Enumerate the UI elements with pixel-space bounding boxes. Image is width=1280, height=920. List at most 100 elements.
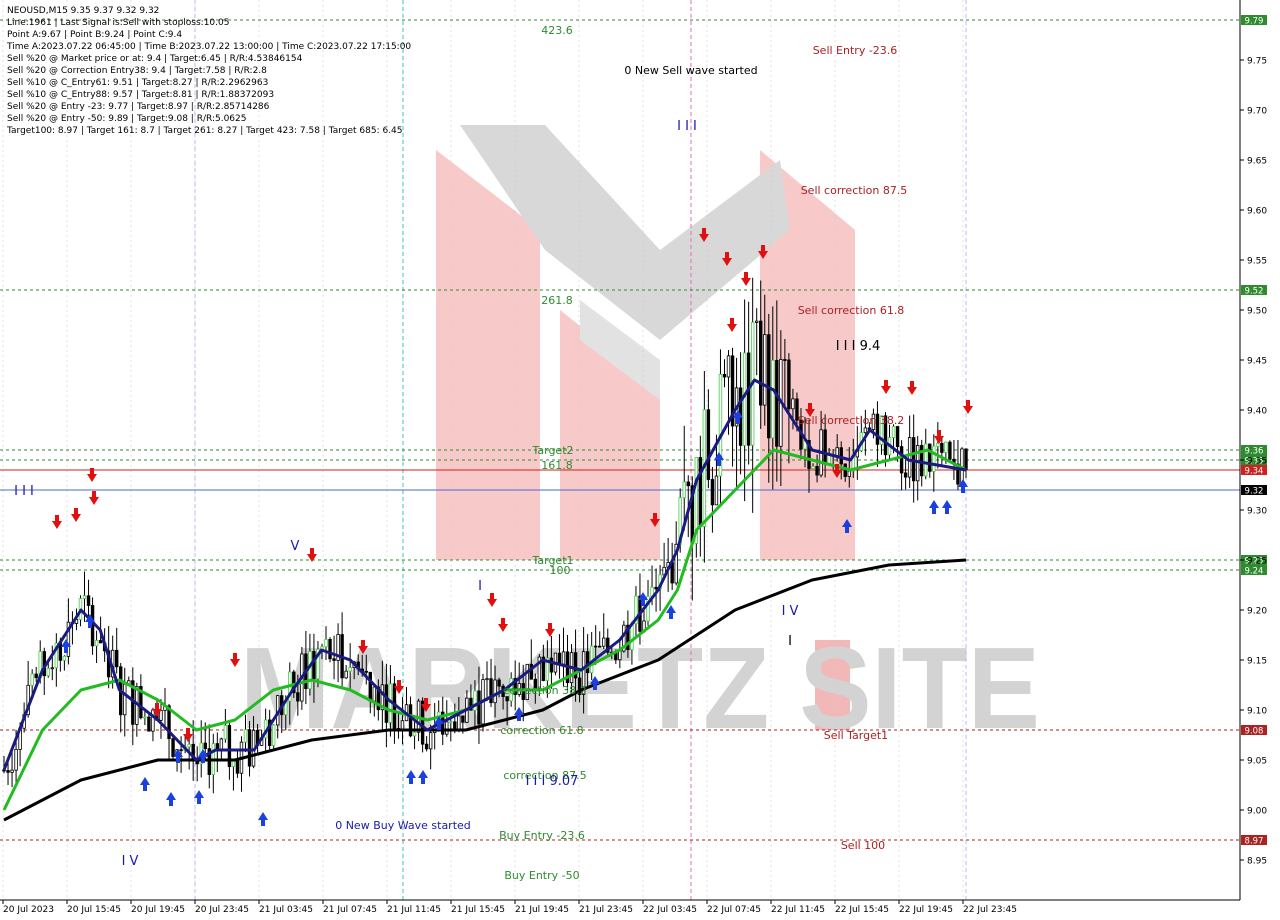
- x-tick-label: 22 Jul 07:45: [707, 905, 761, 915]
- candle-body: [457, 715, 461, 732]
- info-line: Sell %20 @ Correction Entry38: 9.4 | Tar…: [7, 66, 267, 76]
- candle-body: [94, 640, 99, 647]
- candle-body: [911, 437, 916, 482]
- candle-body: [557, 652, 562, 665]
- candle-body: [235, 758, 240, 774]
- x-tick-label: 20 Jul 15:45: [67, 905, 121, 915]
- level-label: Buy Entry -50: [504, 869, 579, 882]
- y-tick-label: 8.95: [1247, 857, 1267, 867]
- candle-body: [940, 442, 944, 453]
- candle-body: [243, 729, 248, 743]
- candle-body: [771, 359, 775, 439]
- candle-body: [203, 742, 207, 750]
- candle-body: [171, 738, 175, 757]
- candle-body: [62, 655, 67, 661]
- info-line: Sell %10 @ C_Entry61: 9.51 | Target:8.27…: [7, 78, 269, 88]
- candle-body: [602, 637, 606, 647]
- x-tick-label: 22 Jul 03:45: [643, 905, 697, 915]
- candle-body: [944, 441, 948, 453]
- candle-body: [891, 426, 896, 438]
- candle-body: [247, 729, 252, 767]
- candle-body: [14, 748, 18, 771]
- candle-body: [143, 716, 147, 719]
- wave-label: I V: [122, 854, 139, 869]
- candle-body: [698, 457, 703, 527]
- y-tick-label: 9.15: [1247, 657, 1267, 667]
- level-label: 0 New Buy Wave started: [335, 819, 471, 832]
- candle-body: [654, 586, 658, 590]
- candle-body: [823, 429, 827, 465]
- candle-body: [424, 743, 429, 750]
- y-tick-label: 9.20: [1247, 607, 1267, 617]
- candle-body: [6, 770, 10, 773]
- level-label: Sell correction 87.5: [801, 184, 908, 197]
- candle-body: [787, 359, 791, 410]
- price-chart[interactable]: MARKETZ SITE 423.6Sell Entry -23.60 New …: [0, 0, 1280, 920]
- level-label: 100: [550, 564, 571, 577]
- y-tick-label: 9.55: [1247, 257, 1267, 267]
- level-tag-text: 8.97: [1245, 837, 1264, 847]
- chart-window: MARKETZ SITE 423.6 Sell Entry -23.6 0 New …: [0, 0, 1280, 920]
- wave-label: I I I 9.4: [836, 339, 881, 354]
- candle-body: [763, 334, 767, 406]
- candle-body: [593, 645, 598, 648]
- candle-body: [754, 320, 759, 323]
- x-tick-label: 22 Jul 15:45: [835, 905, 889, 915]
- y-tick-label: 9.10: [1247, 707, 1267, 717]
- wave-label: I I I 9.07: [526, 774, 579, 789]
- y-tick-label: 9.40: [1247, 407, 1267, 417]
- y-tick-label: 9.60: [1247, 207, 1267, 217]
- candle-body: [46, 667, 50, 677]
- level-tag-text: 9.52: [1245, 287, 1264, 297]
- candle-body: [895, 426, 900, 448]
- wave-label: I: [478, 579, 482, 594]
- wave-label: I: [788, 634, 792, 649]
- wave-label: V: [291, 539, 300, 554]
- y-tick-label: 9.45: [1247, 357, 1267, 367]
- wave-label: I V: [782, 604, 799, 619]
- x-tick-label: 22 Jul 11:45: [771, 905, 825, 915]
- candle-body: [445, 721, 449, 735]
- x-tick-label: 20 Jul 19:45: [131, 905, 185, 915]
- candle-body: [585, 651, 590, 674]
- wave-label: I I I: [14, 484, 34, 499]
- candle-body: [497, 679, 501, 687]
- candle-body: [324, 639, 328, 648]
- candle-body: [400, 720, 405, 730]
- candle-body: [710, 479, 715, 506]
- candle-body: [847, 470, 851, 477]
- candle-body: [364, 670, 368, 673]
- wave-label: I I I: [677, 119, 697, 134]
- candle-body: [308, 651, 312, 690]
- candle-body: [505, 696, 509, 702]
- x-tick-label: 22 Jul 23:45: [963, 905, 1017, 915]
- level-tag-text: 9.34: [1245, 467, 1264, 477]
- candle-body: [835, 447, 839, 457]
- candle-body: [928, 443, 932, 472]
- level-tag-text: 9.32: [1245, 487, 1264, 497]
- candle-body: [179, 749, 183, 752]
- level-label: 261.8: [541, 294, 573, 307]
- candle-body: [50, 667, 55, 670]
- candle-body: [899, 446, 904, 474]
- x-tick-label: 21 Jul 11:45: [387, 905, 441, 915]
- candle-body: [722, 373, 727, 378]
- candle-body: [936, 442, 940, 447]
- y-tick-label: 9.25: [1247, 557, 1267, 567]
- y-tick-label: 9.75: [1247, 57, 1267, 67]
- time-axis: 20 Jul 2023 20 Jul 15:45 20 Jul 19:45 20 Ju…: [0, 899, 1240, 915]
- info-line: Time A:2023.07.22 06:45:00 | Time B:2023…: [7, 42, 412, 52]
- candle-body: [746, 352, 751, 446]
- level-label: 0 New Sell wave started: [624, 64, 757, 77]
- info-line: NEOUSD,M15 9.35 9.37 9.32 9.32: [7, 6, 160, 16]
- level-label: correction 61.8: [500, 724, 583, 737]
- info-line: Sell %20 @ Entry -23: 9.77 | Target:8.97…: [7, 102, 270, 112]
- level-label: 423.6: [541, 24, 573, 37]
- candle-body: [412, 731, 417, 737]
- candle-body: [561, 651, 566, 665]
- info-line: Sell %20 @ Market price or at: 9.4 | Tar…: [7, 54, 303, 64]
- candle-body: [115, 649, 119, 668]
- info-line: Target100: 8.97 | Target 161: 8.7 | Targ…: [7, 126, 403, 136]
- candle-body: [682, 481, 686, 499]
- candle-body: [147, 716, 151, 732]
